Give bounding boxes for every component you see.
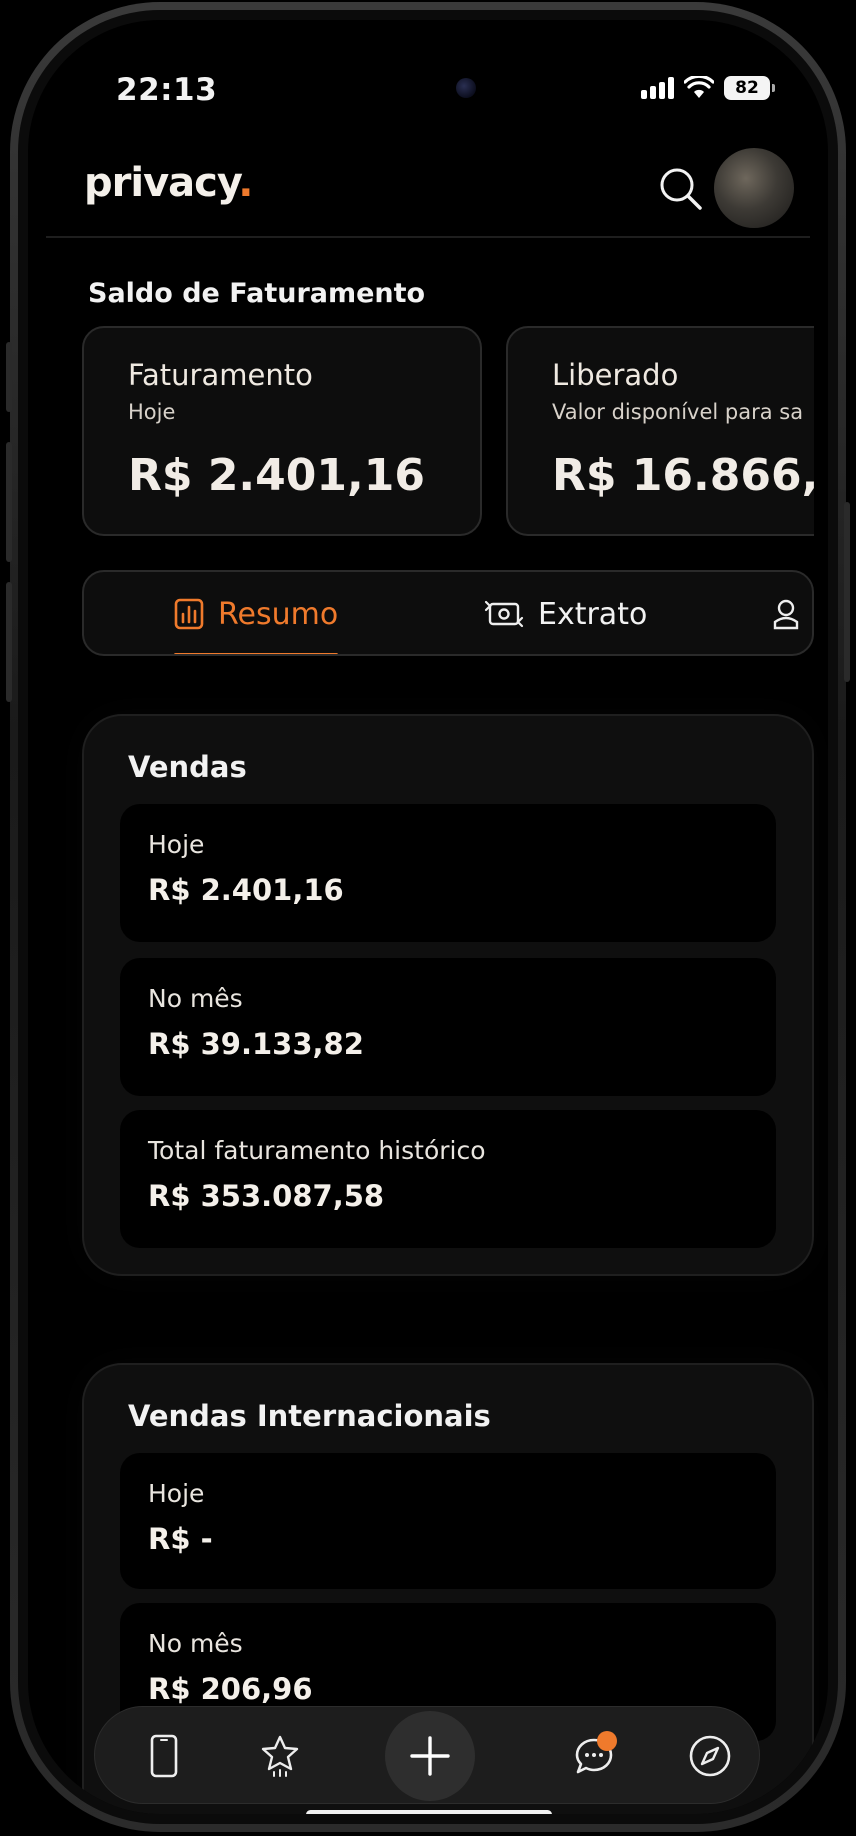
logo-dot: . xyxy=(238,160,253,206)
plus-icon xyxy=(410,1736,450,1776)
dynamic-island xyxy=(300,58,510,120)
tab-resumo[interactable]: Resumo xyxy=(174,572,339,654)
nav-messages[interactable] xyxy=(569,1731,619,1781)
tab-label: Extrato xyxy=(538,596,648,632)
create-post-button[interactable] xyxy=(385,1711,475,1801)
app-screen: 22:13 82 privacy. Saldo de Faturamento F… xyxy=(28,20,828,1814)
volume-down-button xyxy=(6,582,12,702)
header-divider xyxy=(46,236,810,238)
list-item[interactable]: Hoje R$ - xyxy=(120,1453,776,1589)
card-title: Faturamento xyxy=(128,358,313,392)
row-label: Hoje xyxy=(148,830,205,859)
search-icon xyxy=(660,168,702,210)
active-tab-indicator xyxy=(174,653,339,654)
search-button[interactable] xyxy=(658,166,704,212)
group-title: Vendas Internacionais xyxy=(128,1399,491,1433)
summary-cards-carousel[interactable]: Faturamento Hoje R$ 2.401,16 Liberado Va… xyxy=(82,326,814,538)
money-transfer-icon xyxy=(484,600,524,628)
nav-phone[interactable] xyxy=(139,1731,189,1781)
row-value: R$ - xyxy=(148,1522,213,1556)
tab-extrato[interactable]: Extrato xyxy=(484,572,648,654)
side-button xyxy=(6,342,12,412)
card-subtitle: Valor disponível para sa xyxy=(552,400,804,424)
notification-dot xyxy=(597,1731,617,1751)
summary-card-faturamento[interactable]: Faturamento Hoje R$ 2.401,16 xyxy=(82,326,482,536)
home-indicator[interactable] xyxy=(306,1810,552,1814)
status-icons: 82 xyxy=(641,76,775,100)
status-time: 22:13 xyxy=(116,72,218,108)
bar-chart-icon xyxy=(174,598,204,630)
tab-bar: Resumo Extrato xyxy=(82,570,814,656)
person-icon xyxy=(773,599,799,630)
vendas-card: Vendas Hoje R$ 2.401,16 No mês R$ 39.133… xyxy=(82,714,814,1276)
row-label: Total faturamento histórico xyxy=(148,1136,486,1165)
tab-person[interactable] xyxy=(772,572,800,654)
row-label: No mês xyxy=(148,1629,243,1658)
row-label: No mês xyxy=(148,984,243,1013)
row-value: R$ 2.401,16 xyxy=(148,873,344,907)
privacy-logo[interactable]: privacy. xyxy=(84,160,253,206)
star-icon xyxy=(261,1735,299,1777)
cellular-signal-icon xyxy=(641,77,674,99)
bottom-nav xyxy=(94,1706,760,1804)
card-subtitle: Hoje xyxy=(128,400,176,424)
group-title: Vendas xyxy=(128,750,247,784)
phone-icon xyxy=(150,1734,178,1778)
phone-bezel: 22:13 82 privacy. Saldo de Faturamento F… xyxy=(18,10,838,1824)
card-amount: R$ 16.866,91 xyxy=(552,450,814,501)
camera-icon xyxy=(456,78,476,98)
row-value: R$ 206,96 xyxy=(148,1672,313,1706)
card-title: Liberado xyxy=(552,358,679,392)
nav-explore[interactable] xyxy=(685,1731,735,1781)
section-title: Saldo de Faturamento xyxy=(88,278,426,309)
nav-favorites[interactable] xyxy=(255,1731,305,1781)
card-amount: R$ 2.401,16 xyxy=(128,450,425,501)
compass-icon xyxy=(689,1735,731,1777)
wifi-icon xyxy=(684,76,714,98)
tab-label: Resumo xyxy=(218,596,339,632)
avatar[interactable] xyxy=(714,148,794,228)
list-item[interactable]: Total faturamento histórico R$ 353.087,5… xyxy=(120,1110,776,1248)
row-value: R$ 353.087,58 xyxy=(148,1179,385,1213)
list-item[interactable]: No mês R$ 39.133,82 xyxy=(120,958,776,1096)
row-label: Hoje xyxy=(148,1479,205,1508)
phone-frame: 22:13 82 privacy. Saldo de Faturamento F… xyxy=(6,2,850,1832)
summary-card-liberado[interactable]: Liberado Valor disponível para sa R$ 16.… xyxy=(506,326,814,536)
row-value: R$ 39.133,82 xyxy=(148,1027,364,1061)
battery-indicator: 82 xyxy=(724,76,775,100)
power-button xyxy=(844,502,850,682)
volume-up-button xyxy=(6,442,12,562)
list-item[interactable]: Hoje R$ 2.401,16 xyxy=(120,804,776,942)
logo-text: privacy xyxy=(84,160,239,206)
